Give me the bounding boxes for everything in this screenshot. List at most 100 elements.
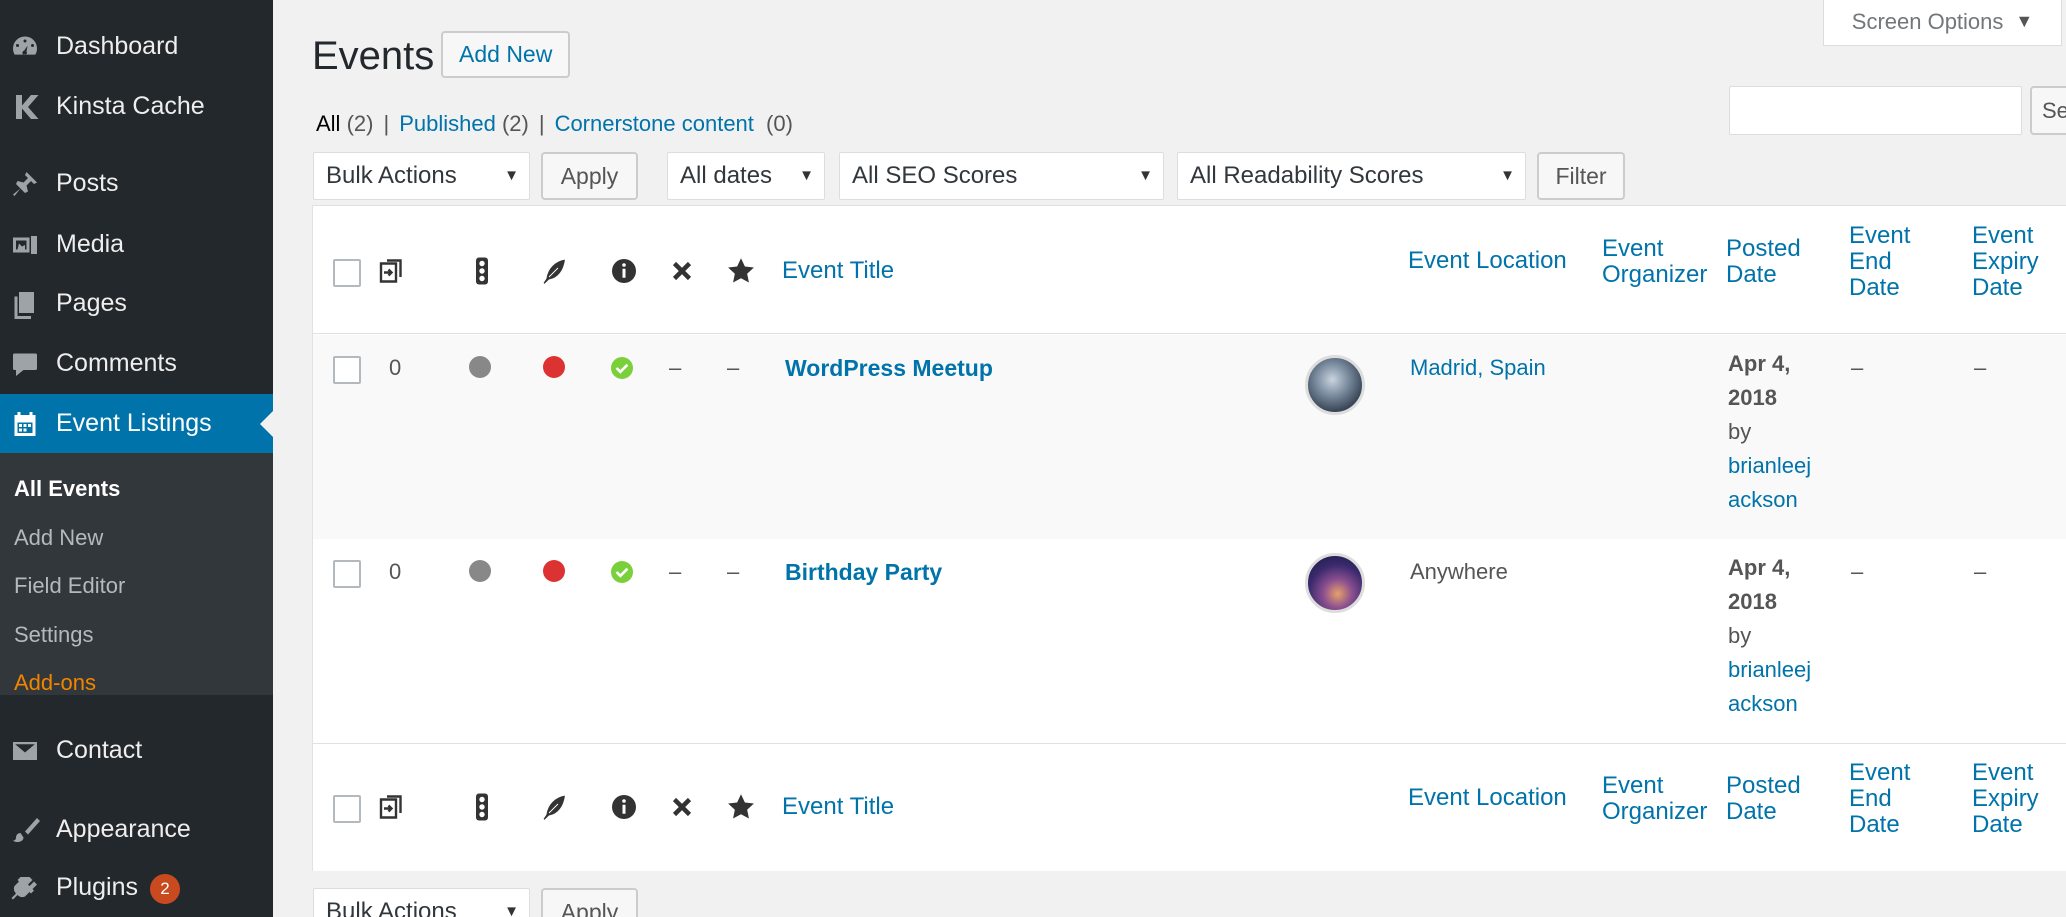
close-icon[interactable] [665, 254, 699, 288]
kinsta-icon [8, 90, 42, 124]
menu-dashboard[interactable]: Dashboard [0, 18, 273, 75]
event-thumbnail[interactable] [1305, 553, 1365, 613]
col-event-end-date[interactable]: Event End Date [1849, 760, 1939, 838]
plugins-update-badge: 2 [150, 873, 180, 904]
screen-options-button[interactable]: Screen Options ▼ [1823, 0, 2062, 46]
separator: | [383, 111, 390, 136]
submenu-all-events[interactable]: All Events [14, 476, 120, 502]
row-checkbox[interactable] [333, 560, 361, 588]
author-link[interactable]: brianleej ackson [1728, 449, 1828, 517]
col-event-expiry-date-line: Expiry [1972, 248, 2039, 275]
calendar-icon [8, 407, 42, 441]
col-event-end-date-line: Date [1849, 274, 1900, 301]
menu-comments[interactable]: Comments [0, 335, 273, 392]
traffic-light-icon[interactable] [465, 790, 499, 824]
event-title-link[interactable]: Birthday Party [785, 559, 942, 586]
col-posted-date[interactable]: Posted Date [1726, 236, 1816, 288]
filter-cornerstone-count: (0) [766, 111, 793, 136]
col-event-location[interactable]: Event Location [1408, 785, 1567, 811]
dropdown-caret-icon: ▼ [504, 167, 519, 184]
menu-contact[interactable]: Contact [0, 722, 273, 779]
submenu-settings[interactable]: Settings [14, 622, 94, 648]
apply-button[interactable]: Apply [541, 152, 638, 200]
dashboard-icon [8, 30, 42, 64]
dropdown-caret-icon: ▼ [1500, 167, 1515, 184]
menu-label: Media [56, 230, 125, 258]
close-icon[interactable] [665, 790, 699, 824]
triangle-down-icon: ▼ [2015, 11, 2034, 31]
menu-appearance[interactable]: Appearance [0, 801, 273, 858]
filter-cornerstone[interactable]: Cornerstone content [555, 111, 754, 136]
posted-year: 2018 [1728, 589, 1777, 614]
comment-icon [8, 347, 42, 381]
menu-pages[interactable]: Pages [0, 275, 273, 332]
events-table: Event Title Event Location Event Organize… [312, 205, 2066, 871]
filter-button[interactable]: Filter [1537, 152, 1625, 200]
col-posted-date[interactable]: Posted Date [1726, 773, 1816, 825]
submenu-add-new[interactable]: Add New [14, 525, 103, 551]
select-all-checkbox[interactable] [333, 795, 361, 823]
menu-label: Posts [56, 169, 119, 197]
menu-label: Appearance [56, 815, 191, 843]
col-event-expiry-date[interactable]: Event Expiry Date [1972, 760, 2062, 838]
event-title-link[interactable]: WordPress Meetup [785, 355, 993, 382]
apply-button-bottom[interactable]: Apply [541, 888, 638, 917]
event-location-link[interactable]: Madrid, Spain [1410, 355, 1546, 381]
search-input[interactable] [1729, 86, 2022, 135]
posted-date-cell: Apr 4, 2018 by brianleej ackson [1728, 551, 1828, 721]
author-name: brianleej [1728, 657, 1812, 682]
traffic-light-icon[interactable] [465, 254, 499, 288]
star-icon[interactable] [724, 254, 758, 288]
dates-select[interactable]: All dates ▼ [667, 152, 825, 200]
event-thumbnail[interactable] [1305, 355, 1365, 415]
info-icon[interactable] [607, 790, 641, 824]
row-checkbox[interactable] [333, 356, 361, 384]
menu-media[interactable]: Media [0, 216, 273, 273]
seo-scores-select[interactable]: All SEO Scores ▼ [839, 152, 1164, 200]
filter-all[interactable]: All [316, 111, 340, 136]
submenu-addons[interactable]: Add-ons [14, 670, 96, 696]
col-event-title[interactable]: Event Title [782, 794, 894, 820]
menu-event-listings[interactable]: Event Listings [0, 394, 273, 453]
paintbrush-icon [8, 813, 42, 847]
bulk-actions-select-bottom[interactable]: Bulk Actions ▼ [313, 888, 530, 917]
search-button[interactable]: Se [2030, 86, 2066, 135]
readability-select[interactable]: All Readability Scores ▼ [1177, 152, 1526, 200]
add-new-button[interactable]: Add New [441, 31, 571, 78]
bulk-actions-select[interactable]: Bulk Actions ▼ [313, 152, 530, 200]
readability-dash: – [727, 559, 740, 584]
menu-label: Contact [56, 736, 143, 764]
author-name: brianleej [1728, 453, 1812, 478]
col-event-expiry-date-line: Date [1972, 811, 2023, 838]
submenu-field-editor[interactable]: Field Editor [14, 573, 125, 599]
feather-icon[interactable] [538, 790, 572, 824]
menu-kinsta-cache[interactable]: Kinsta Cache [0, 78, 273, 135]
expiry-date-dash: – [1974, 355, 1987, 380]
internal-links-icon[interactable] [373, 254, 407, 288]
col-posted-date-line: Date [1726, 261, 1777, 288]
internal-links-icon[interactable] [373, 790, 407, 824]
table-row: 0 – – WordPress Meetup Madrid, Spain Apr… [313, 335, 2066, 539]
author-link[interactable]: brianleej ackson [1728, 653, 1828, 721]
posted-date: Apr 4, [1728, 351, 1791, 376]
menu-plugins[interactable]: Plugins 2 [0, 860, 273, 917]
col-event-organizer[interactable]: Event Organizer [1602, 236, 1712, 288]
filter-published[interactable]: Published [399, 111, 496, 136]
col-event-expiry-date[interactable]: Event Expiry Date [1972, 223, 2062, 301]
mail-icon [8, 734, 42, 768]
end-date-dash: – [1851, 559, 1864, 584]
select-all-checkbox[interactable] [333, 259, 361, 287]
col-event-organizer[interactable]: Event Organizer [1602, 773, 1712, 825]
col-posted-date-line: Date [1726, 798, 1777, 825]
col-event-expiry-date-line: Event [1972, 759, 2034, 786]
feather-icon[interactable] [538, 254, 572, 288]
star-icon[interactable] [724, 790, 758, 824]
col-event-title[interactable]: Event Title [782, 258, 894, 284]
table-header: Event Title Event Location Event Organize… [313, 206, 2066, 334]
menu-posts[interactable]: Posts [0, 155, 273, 212]
info-icon[interactable] [607, 254, 641, 288]
col-event-end-date[interactable]: Event End Date [1849, 223, 1939, 301]
menu-label: Dashboard [56, 32, 179, 60]
col-event-location[interactable]: Event Location [1408, 248, 1567, 274]
menu-label: Event Listings [56, 409, 212, 437]
